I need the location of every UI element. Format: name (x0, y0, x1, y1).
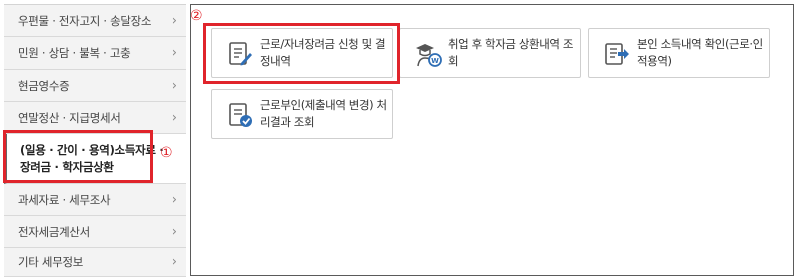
chevron-right-icon: › (171, 254, 177, 270)
card-label: 취업 후 학자금 상환내역 조회 (448, 37, 574, 68)
sidebar-item-label: (일용 · 간이 · 용역)소득자료 · 장려금 · 학자금상환 (20, 142, 164, 174)
sidebar-item-label: 우편물 · 전자고지 · 송달장소 (18, 13, 152, 28)
sidebar-item-label: 연말정산 · 지급명세서 (18, 110, 121, 125)
card-label: 근로부인(제출내역 변경) 처리결과 조회 (260, 98, 387, 129)
card-income-check[interactable]: 본인 소득내역 확인(근로·인적용역) (588, 28, 770, 78)
svg-text:W: W (431, 57, 439, 65)
sidebar-item-mail[interactable]: 우편물 · 전자고지 · 송달장소 › (4, 5, 186, 37)
chevron-right-icon: › (171, 192, 177, 207)
sidebar-item-label: 전자세금계산서 (18, 224, 90, 239)
sidebar-item-e-invoice[interactable]: 전자세금계산서 › (4, 216, 186, 248)
sidebar-item-other[interactable]: 기타 세무정보 › (4, 248, 186, 277)
sidebar-item-civil[interactable]: 민원 · 상담 · 불복 · 고충 › (4, 37, 186, 70)
sidebar-item-label: 민원 · 상담 · 불복 · 고충 (18, 46, 131, 60)
chevron-right-icon: › (171, 13, 177, 28)
document-arrow-icon (603, 40, 631, 68)
sidebar-item-label: 기타 세무정보 (18, 255, 84, 269)
sidebar-item-tax-audit[interactable]: 과세자료 · 세무조사 › (4, 184, 186, 216)
graduate-coin-icon: W (414, 40, 442, 68)
sidebar-item-income-data[interactable]: (일용 · 간이 · 용역)소득자료 · 장려금 · 학자금상환 (4, 134, 186, 184)
sidebar-item-cash-receipt[interactable]: 현금영수증 › (4, 70, 186, 102)
card-student-loan-repayment[interactable]: W 취업 후 학자금 상환내역 조회 (399, 28, 581, 78)
chevron-right-icon: › (171, 224, 177, 239)
chevron-right-icon: › (171, 78, 177, 93)
card-incentive-application[interactable]: 근로/자녀장려금 신청 및 결정내역 (211, 28, 393, 78)
chevron-right-icon: › (171, 110, 177, 125)
card-labor-denial-result[interactable]: 근로부인(제출내역 변경) 처리결과 조회 (211, 89, 393, 139)
sidebar-item-year-end[interactable]: 연말정산 · 지급명세서 › (4, 102, 186, 134)
step-marker-two: ② (190, 8, 203, 24)
document-check-icon (226, 101, 254, 129)
sidebar-menu: 우편물 · 전자고지 · 송달장소 › 민원 · 상담 · 불복 · 고충 › … (4, 4, 186, 277)
sidebar-item-label: 현금영수증 (18, 78, 70, 93)
card-label: 근로/자녀장려금 신청 및 결정내역 (260, 37, 386, 68)
card-label: 본인 소득내역 확인(근로·인적용역) (637, 37, 763, 68)
content-panel: 근로/자녀장려금 신청 및 결정내역 W 취업 후 학자금 상환내역 조회 본인 (190, 4, 794, 276)
sidebar-item-label: 과세자료 · 세무조사 (18, 192, 111, 207)
chevron-right-icon: › (171, 45, 177, 61)
step-marker-one: ① (160, 145, 173, 161)
document-pen-icon (226, 40, 254, 68)
